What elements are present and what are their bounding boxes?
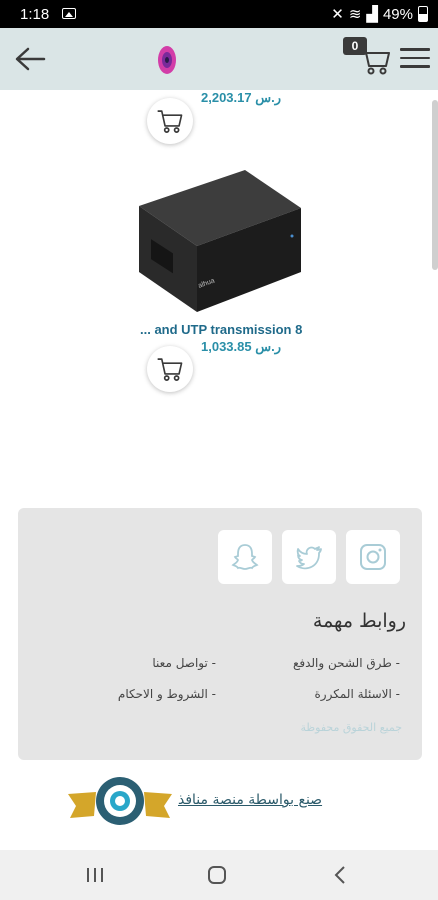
twitter-button[interactable] xyxy=(282,530,336,584)
cart-icon xyxy=(157,110,183,133)
signal-icon: ▟ xyxy=(366,6,378,23)
product-price: 1,033.85 ر.س xyxy=(201,339,281,354)
battery-percent: 49% xyxy=(382,5,413,23)
snapchat-button[interactable] xyxy=(218,530,272,584)
mute-icon: ✕ xyxy=(331,6,344,23)
hamburger-menu-icon[interactable] xyxy=(400,48,430,70)
product-image[interactable]: alhua xyxy=(137,168,303,314)
footer-link-shipping[interactable]: - طرق الشحن والدفع xyxy=(293,656,400,670)
add-to-cart-button[interactable] xyxy=(147,346,193,392)
status-bar: 1:18 ✕ ≋ ▟ 49% xyxy=(0,0,438,28)
home-icon[interactable] xyxy=(207,865,227,885)
snapchat-icon xyxy=(231,544,259,570)
add-to-cart-button[interactable] xyxy=(147,98,193,144)
app-header: 0 xyxy=(0,28,438,90)
made-by-link[interactable]: صنع بواسطة منصة منافذ xyxy=(178,792,322,808)
product-price: 2,203.17 ر.س xyxy=(201,90,281,105)
wifi-icon: ≋ xyxy=(348,6,362,23)
status-time: 1:18 xyxy=(20,6,50,23)
footer: روابط مهمة - طرق الشحن والدفع - تواصل مع… xyxy=(18,508,422,760)
instagram-button[interactable] xyxy=(346,530,400,584)
copyright-text: جميع الحقوق محفوظة xyxy=(300,721,402,734)
platform-logo[interactable] xyxy=(68,776,172,826)
back-icon[interactable] xyxy=(333,865,347,885)
footer-link-faq[interactable]: - الاسئلة المكررة xyxy=(315,687,400,701)
twitter-icon xyxy=(296,546,322,570)
instagram-icon xyxy=(360,544,386,570)
links-heading: روابط مهمة xyxy=(312,610,406,632)
footer-link-terms[interactable]: - الشروط و الاحكام xyxy=(118,687,216,701)
cart-icon xyxy=(157,358,183,381)
battery-icon xyxy=(418,6,428,22)
system-nav-bar xyxy=(0,850,438,900)
scrollbar[interactable] xyxy=(432,100,438,270)
made-by-section: صنع بواسطة منصة منافذ xyxy=(0,768,438,832)
recent-apps-icon[interactable] xyxy=(86,867,104,883)
footer-link-contact[interactable]: - تواصل معنا xyxy=(152,656,216,670)
status-right: ✕ ≋ ▟ 49% xyxy=(331,5,428,23)
store-logo[interactable] xyxy=(155,43,179,77)
image-notification-icon xyxy=(62,8,76,19)
cart-icon[interactable] xyxy=(358,44,392,76)
product-title[interactable]: ... and UTP transmission 8 xyxy=(140,322,302,337)
back-arrow-icon[interactable] xyxy=(14,46,46,72)
